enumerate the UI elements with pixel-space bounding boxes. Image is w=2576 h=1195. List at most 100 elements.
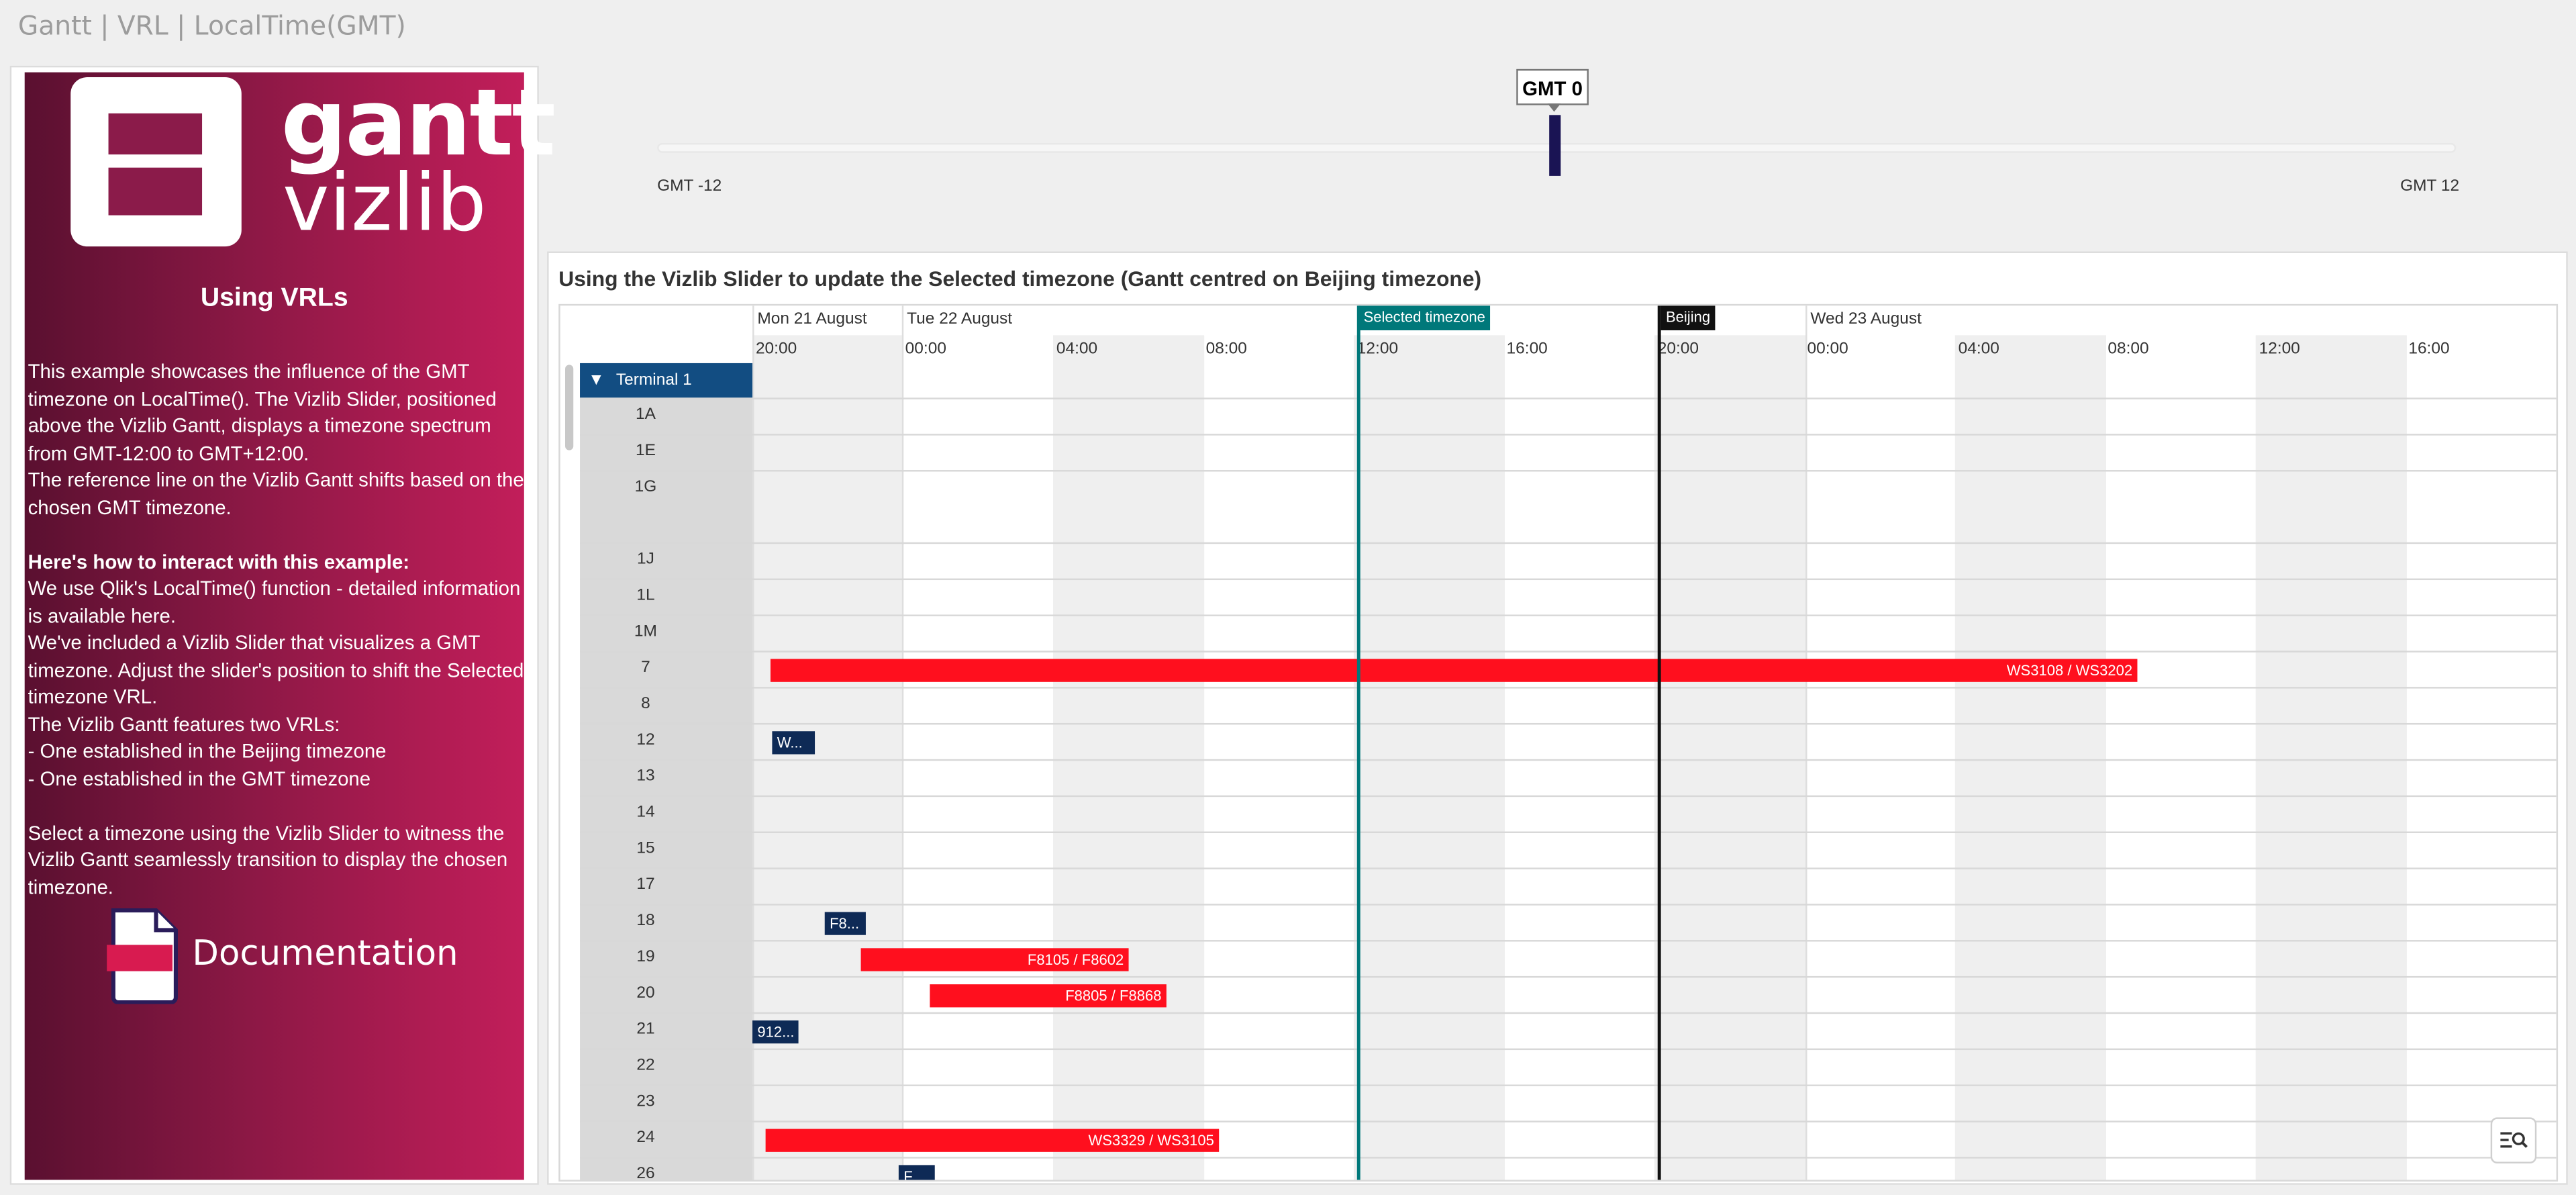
row-label: 18 — [636, 912, 655, 930]
howto-line-5: - One established in the GMT timezone — [28, 766, 371, 790]
slider-handle[interactable] — [1549, 115, 1561, 176]
app-title: Gantt | VRL | LocalTime(GMT) — [17, 9, 406, 42]
hour-label: 12:00 — [2259, 340, 2300, 358]
hour-label: 12:00 — [1356, 340, 1399, 358]
slider-value-tooltip: GMT 0 — [1516, 68, 1589, 112]
slider-min-label: GMT -12 — [657, 177, 722, 196]
row-label: 1M — [634, 622, 657, 641]
row-label: 1G — [634, 478, 657, 497]
row-label: 15 — [636, 839, 655, 858]
row-label: 14 — [636, 803, 655, 822]
date-label: Tue 22 August — [907, 310, 1013, 329]
row-divider — [580, 759, 2557, 761]
beijing-line — [1657, 305, 1661, 1180]
row-divider — [580, 975, 2557, 978]
gantt-bar[interactable]: F8... — [824, 912, 866, 935]
gantt-chart: Mon 21 August Tue 22 August Wed 23 Augus… — [558, 303, 2559, 1182]
row-divider — [580, 904, 2557, 906]
app-root: Gantt | VRL | LocalTime(GMT) gantt vizli… — [0, 0, 2576, 1194]
howto-line-4: - One established in the Beijing timezon… — [28, 739, 387, 763]
row-divider — [580, 578, 2557, 581]
row-label: 22 — [636, 1056, 655, 1075]
hour-label: 04:00 — [1056, 340, 1098, 358]
collapse-triangle-icon[interactable]: ▼ — [588, 363, 604, 397]
row-divider — [580, 722, 2557, 725]
hour-label: 08:00 — [1205, 340, 1247, 358]
row-label: 21 — [636, 1020, 655, 1039]
row-divider — [580, 434, 2557, 436]
timezone-slider: GMT 0 GMT -12 GMT 12 — [558, 66, 2563, 230]
row-divider — [580, 795, 2557, 798]
vertical-scrollbar[interactable] — [565, 365, 574, 450]
info-panel: gantt vizlib Using VRLs This example sho… — [24, 71, 556, 1180]
row-label: 8 — [641, 695, 650, 714]
gantt-bar[interactable]: W... — [772, 731, 815, 755]
group-row-terminal-1[interactable]: ▼ Terminal 1 — [580, 363, 753, 398]
row-divider — [580, 1157, 2557, 1159]
row-label: 13 — [636, 767, 655, 786]
row-label: 19 — [636, 948, 655, 967]
document-icon — [107, 908, 178, 1004]
howto-line-3: The Vizlib Gantt features two VRLs: — [28, 712, 340, 736]
time-band — [1353, 335, 1504, 1180]
beijing-label: Beijing — [1661, 305, 1716, 330]
row-label: 7 — [641, 659, 650, 677]
row-label: 17 — [636, 875, 655, 894]
gantt-bar[interactable]: F8805 / F8868 — [930, 984, 1167, 1008]
hour-label: 04:00 — [1958, 340, 1999, 358]
row-label: 23 — [636, 1092, 655, 1111]
row-divider — [580, 687, 2557, 689]
row-divider — [580, 1048, 2557, 1051]
row-divider — [580, 1084, 2557, 1086]
time-band — [2255, 335, 2406, 1180]
time-band — [1654, 335, 1805, 1180]
hour-label: 08:00 — [2108, 340, 2149, 358]
gantt-bar[interactable]: F8105 / F8602 — [860, 948, 1129, 971]
howto-line-1: We use Qlik's LocalTime() function - det… — [28, 577, 521, 627]
zoom-button[interactable] — [2490, 1117, 2537, 1163]
row-divider — [580, 940, 2557, 942]
row-label: 24 — [636, 1129, 655, 1147]
row-label: 1E — [635, 442, 656, 461]
intro-text-2: The reference line on the Vizlib Gantt s… — [28, 468, 524, 519]
row-label: 26 — [636, 1165, 655, 1182]
hour-label: 00:00 — [1807, 340, 1848, 358]
gantt-bar[interactable]: WS3108 / WS3202 — [770, 659, 2138, 682]
hour-label: 20:00 — [755, 340, 797, 358]
hour-label: 00:00 — [905, 340, 946, 358]
hour-label: 20:00 — [1657, 340, 1699, 358]
row-label: 20 — [636, 984, 655, 1003]
time-band — [752, 335, 903, 1180]
documentation-button[interactable]: Documentation — [107, 906, 517, 1004]
selected-timezone-line — [1356, 305, 1360, 1180]
howto-heading: Here's how to interact with this example… — [28, 549, 410, 573]
row-label: 1J — [637, 550, 654, 569]
gantt-bar[interactable]: WS3329 / WS3105 — [765, 1129, 1220, 1152]
row-label: 1L — [636, 586, 655, 605]
row-divider — [580, 867, 2557, 869]
row-divider — [580, 542, 2557, 544]
gantt-bar[interactable]: 912... — [752, 1020, 799, 1044]
logo-word-vizlib: vizlib — [283, 157, 487, 250]
row-divider — [580, 651, 2557, 653]
time-band — [1052, 335, 1203, 1180]
row-label: 12 — [636, 731, 655, 750]
time-band — [1954, 335, 2106, 1180]
panel-body: This example showcases the influence of … — [28, 358, 528, 901]
closing-text: Select a timezone using the Vizlib Slide… — [28, 820, 508, 898]
slider-max-label: GMT 12 — [2400, 177, 2460, 196]
panel-heading: Using VRLs — [200, 284, 348, 313]
gantt-logo-icon — [70, 77, 242, 247]
here-link[interactable]: here — [131, 604, 170, 627]
gantt-title: Using the Vizlib Slider to update the Se… — [558, 266, 1482, 291]
row-divider — [580, 614, 2557, 616]
info-card: gantt vizlib Using VRLs This example sho… — [9, 65, 556, 1185]
selected-timezone-label: Selected timezone — [1358, 305, 1491, 330]
row-divider — [580, 1120, 2557, 1122]
zoom-list-icon — [2500, 1132, 2528, 1148]
row-divider — [580, 831, 2557, 833]
gantt-card: Using the Vizlib Slider to update the Se… — [547, 251, 2568, 1185]
documentation-label: Documentation — [192, 933, 458, 973]
gantt-bar[interactable]: F... — [898, 1165, 935, 1180]
hour-label: 16:00 — [2408, 340, 2450, 358]
